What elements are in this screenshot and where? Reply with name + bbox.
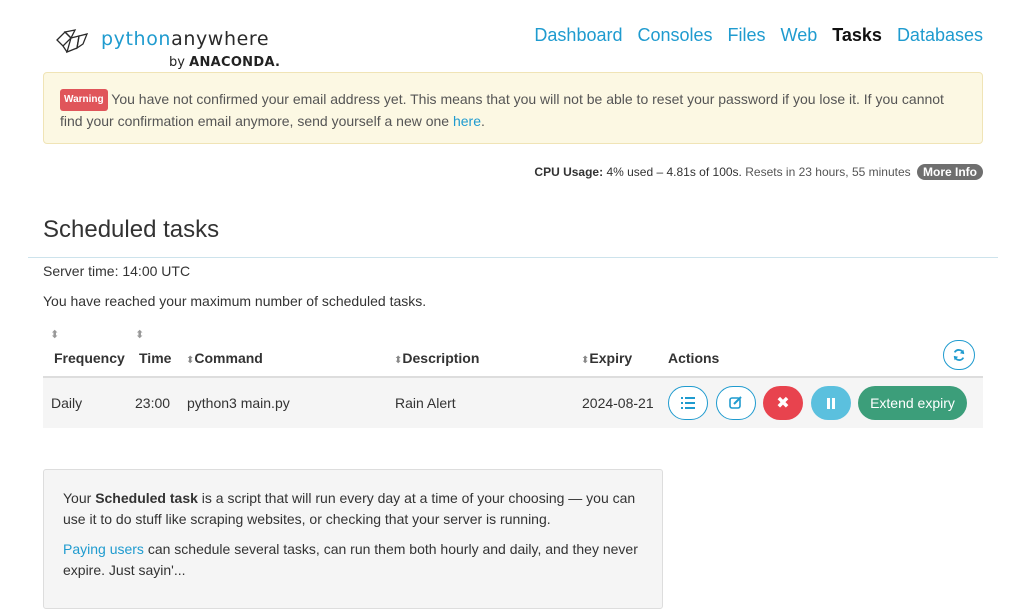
- nav-tasks[interactable]: Tasks: [832, 25, 882, 46]
- header-expiry-label: Expiry: [589, 350, 633, 366]
- info-p1-bold: Scheduled task: [95, 490, 198, 506]
- info-p1-pre: Your: [63, 490, 96, 506]
- header-frequency[interactable]: Frequency: [54, 350, 125, 366]
- main-nav: Dashboard Consoles Files Web Tasks Datab…: [519, 25, 983, 46]
- nav-web[interactable]: Web: [781, 25, 818, 46]
- pause-task-button[interactable]: [811, 386, 851, 420]
- refresh-button[interactable]: [943, 340, 975, 370]
- list-icon: [681, 397, 695, 409]
- extend-expiry-button[interactable]: Extend expiry: [858, 386, 967, 420]
- header-description-label: Description: [402, 350, 480, 366]
- pause-icon: [827, 397, 835, 409]
- more-info-button[interactable]: More Info: [917, 164, 983, 180]
- table-header: ⬍ Frequency ⬍ Time ⬍Command ⬍Description…: [43, 324, 983, 378]
- pythonanywhere-logo[interactable]: pythonanywhere by ANACONDA.: [53, 24, 283, 74]
- cpu-usage-value: 4% used – 4.81s of 100s.: [606, 165, 742, 179]
- cell-expiry: 2024-08-21: [582, 395, 654, 411]
- nav-consoles[interactable]: Consoles: [637, 25, 712, 46]
- logo-wordmark: pythonanywhere: [101, 28, 270, 50]
- cpu-reset-text: Resets in 23 hours, 55 minutes: [745, 165, 911, 179]
- header-command-label: Command: [194, 350, 263, 366]
- sort-icon[interactable]: ⬍: [135, 330, 144, 341]
- server-time: Server time: 14:00 UTC: [43, 263, 191, 279]
- nav-dashboard[interactable]: Dashboard: [534, 25, 622, 46]
- sort-icon[interactable]: ⬍: [50, 330, 59, 341]
- info-paragraph-2: Paying users can schedule several tasks,…: [63, 539, 643, 581]
- cpu-usage: CPU Usage: 4% used – 4.81s of 100s. Rese…: [534, 164, 983, 180]
- header-expiry[interactable]: ⬍Expiry: [581, 350, 632, 366]
- warning-text: You have not confirmed your email addres…: [60, 91, 944, 129]
- header-actions: Actions: [668, 350, 720, 366]
- cell-time: 23:00: [135, 395, 171, 411]
- warning-badge: Warning: [60, 89, 108, 111]
- cell-description: Rain Alert: [395, 395, 456, 411]
- resend-email-link[interactable]: here: [453, 113, 481, 129]
- email-warning-alert: Warning You have not confirmed your emai…: [43, 72, 983, 144]
- logo-byline: by ANACONDA.: [169, 55, 281, 70]
- cell-command: python3 main.py: [187, 395, 290, 411]
- header-command[interactable]: ⬍Command: [186, 350, 263, 366]
- warning-text-end: .: [481, 113, 485, 129]
- close-icon: ✖: [776, 395, 790, 412]
- nav-files[interactable]: Files: [728, 25, 766, 46]
- title-divider: [28, 257, 998, 258]
- scheduled-tasks-table: ⬍ Frequency ⬍ Time ⬍Command ⬍Description…: [43, 324, 983, 428]
- scheduled-task-info-box: Your Scheduled task is a script that wil…: [43, 469, 663, 609]
- refresh-icon: [953, 349, 965, 361]
- delete-task-button[interactable]: ✖: [763, 386, 803, 420]
- cpu-usage-label: CPU Usage:: [534, 165, 604, 179]
- edit-icon: [729, 396, 742, 409]
- header-time[interactable]: Time: [139, 350, 171, 366]
- info-paragraph-1: Your Scheduled task is a script that wil…: [63, 488, 643, 530]
- header-description[interactable]: ⬍Description: [394, 350, 479, 366]
- table-row: Daily 23:00 python3 main.py Rain Alert 2…: [43, 378, 983, 428]
- view-log-button[interactable]: [668, 386, 708, 420]
- edit-task-button[interactable]: [716, 386, 756, 420]
- max-tasks-message: You have reached your maximum number of …: [43, 293, 427, 309]
- nav-databases[interactable]: Databases: [897, 25, 983, 46]
- cell-frequency: Daily: [51, 395, 83, 411]
- pythonanywhere-logo-icon: [56, 29, 89, 54]
- info-p2-post: can schedule several tasks, can run them…: [63, 541, 638, 578]
- page-title: Scheduled tasks: [43, 216, 220, 243]
- paying-users-link[interactable]: Paying users: [63, 541, 144, 557]
